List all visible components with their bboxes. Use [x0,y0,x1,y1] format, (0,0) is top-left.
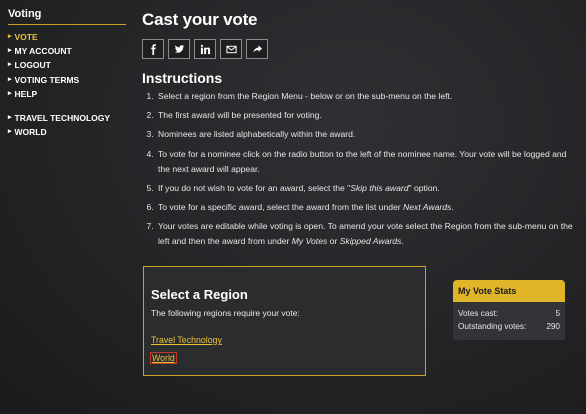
sidebar-item-my-account[interactable]: ▸ MY ACCOUNT [8,44,126,58]
linkedin-share-button[interactable] [194,39,216,59]
vote-stats-title: My Vote Stats [453,280,565,302]
facebook-share-button[interactable] [142,39,164,59]
region-panel-description: The following regions require your vote: [151,308,300,318]
vote-stats-panel: My Vote Stats Votes cast: 5 Outstanding … [453,280,565,340]
region-link-travel-technology[interactable]: Travel Technology [151,335,222,345]
instruction-item: The first award will be presented for vo… [156,108,574,123]
sidebar-title: Voting [8,8,126,25]
share-button[interactable] [246,39,268,59]
outstanding-votes-value: 290 [546,322,560,331]
email-share-button[interactable] [220,39,242,59]
sidebar-item-label: HELP [14,88,38,99]
chevron-right-icon: ▸ [8,47,12,55]
chevron-right-icon: ▸ [8,75,12,83]
chevron-right-icon: ▸ [8,61,12,69]
instruction-item: Your votes are editable while voting is … [156,219,574,249]
twitter-icon [174,44,185,53]
sidebar-item-travel-technology[interactable]: ▸ TRAVEL TECHNOLOGY [8,111,126,125]
facebook-icon [150,43,156,55]
twitter-share-button[interactable] [168,39,190,59]
sidebar-item-label: VOTE [14,32,38,42]
chevron-right-icon: ▸ [8,33,12,40]
sidebar-item-label: VOTING TERMS [14,74,80,85]
email-icon [225,45,237,53]
instruction-item: Select a region from the Region Menu - b… [156,89,574,104]
select-region-panel: Select a Region The following regions re… [143,266,426,376]
sidebar-item-label: TRAVEL TECHNOLOGY [14,113,111,124]
instruction-item: Nominees are listed alphabetically withi… [156,127,574,142]
sidebar-item-label: MY ACCOUNT [14,46,72,57]
sidebar-item-logout[interactable]: ▸ LOGOUT [8,58,126,72]
region-panel-title: Select a Region [151,287,248,302]
sidebar-item-voting-terms[interactable]: ▸ VOTING TERMS [8,73,126,87]
chevron-right-icon: ▸ [8,114,12,122]
outstanding-votes-row: Outstanding votes: 290 [453,320,565,333]
share-icon [252,44,262,53]
instructions-title: Instructions [142,70,223,86]
chevron-right-icon: ▸ [8,128,12,136]
sidebar-item-world[interactable]: ▸ WORLD [8,125,126,139]
region-link-world[interactable]: World [150,352,177,364]
linkedin-icon [200,44,210,54]
chevron-right-icon: ▸ [8,89,12,97]
sidebar-item-help[interactable]: ▸ HELP [8,87,126,101]
sidebar-item-label: WORLD [14,127,47,138]
votes-cast-label: Votes cast: [458,309,499,318]
instruction-item: If you do not wish to vote for an award,… [156,181,574,196]
sidebar: Voting ▸ VOTE ▸ MY ACCOUNT ▸ LOGOUT ▸ VO… [8,8,126,139]
sidebar-item-label: LOGOUT [14,60,51,71]
sidebar-item-vote[interactable]: ▸ VOTE [8,30,126,44]
page-title: Cast your vote [142,10,258,29]
instruction-item: To vote for a specific award, select the… [156,200,574,215]
votes-cast-row: Votes cast: 5 [453,307,565,320]
instruction-item: To vote for a nominee click on the radio… [156,147,574,177]
share-bar [142,39,574,59]
outstanding-votes-label: Outstanding votes: [458,322,527,331]
main-content: Cast your vote Instructions Select a reg… [142,10,574,253]
instructions-list: Select a region from the Region Menu - b… [142,89,574,249]
votes-cast-value: 5 [555,309,560,318]
